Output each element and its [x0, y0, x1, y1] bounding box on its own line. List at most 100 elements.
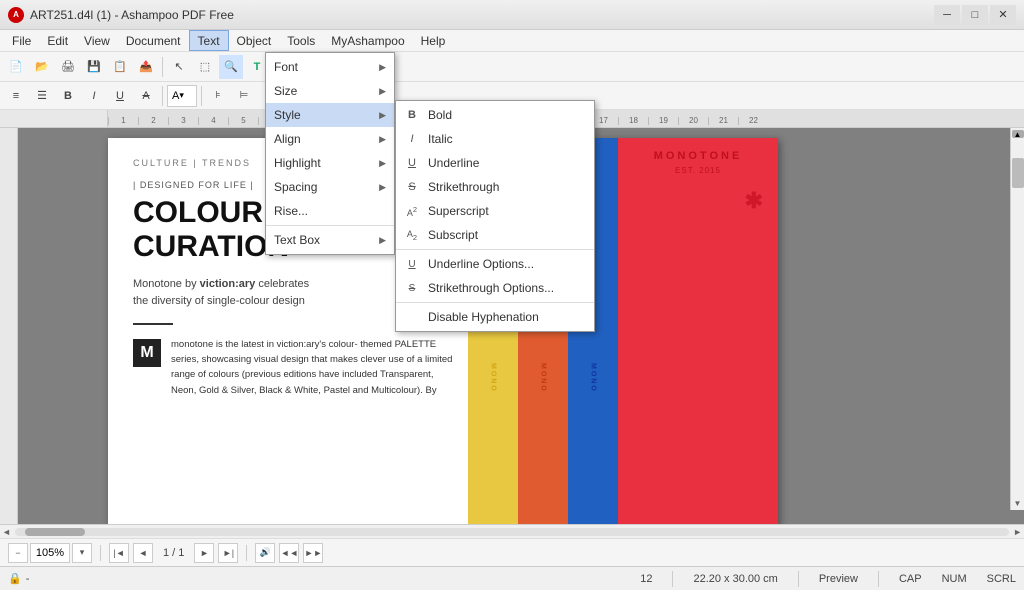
subscript-icon: A2: [404, 229, 420, 242]
app-icon: A: [8, 7, 24, 23]
menu-text-style[interactable]: Style ▶: [266, 103, 394, 127]
zoom-dropdown-btn[interactable]: ▾: [72, 543, 92, 563]
menu-text-spacing[interactable]: Spacing ▶: [266, 175, 394, 199]
sep3: [162, 86, 163, 106]
ruler-vertical: [0, 128, 18, 524]
menu-text-textbox[interactable]: Text Box ▶: [266, 228, 394, 252]
strike-btn[interactable]: A: [134, 84, 158, 108]
menu-bar: File Edit View Document Text Object Tool…: [0, 30, 1024, 52]
strikethrough-icon: S: [404, 181, 420, 193]
doc-asterisk: ✱: [745, 188, 763, 214]
sep1: [162, 57, 163, 77]
menu-myashampoo[interactable]: MyAshampoo: [323, 30, 412, 51]
bold-btn[interactable]: B: [56, 84, 80, 108]
para-left[interactable]: ⊧: [206, 84, 230, 108]
menu-object[interactable]: Object: [229, 30, 280, 51]
zoom-out-btn[interactable]: −: [8, 543, 28, 563]
color-strip-red: MONOTONE EST. 2015 ✱: [618, 138, 778, 524]
align-center-btn[interactable]: ☰: [30, 84, 54, 108]
style-underline-options[interactable]: U Underline Options...: [396, 252, 594, 276]
style-underline[interactable]: U Underline: [396, 151, 594, 175]
open-btn[interactable]: 📂: [30, 55, 54, 79]
menu-edit[interactable]: Edit: [39, 30, 76, 51]
style-strikethrough-options[interactable]: S Strikethrough Options...: [396, 276, 594, 300]
scroll-left-btn[interactable]: ◄: [2, 527, 11, 537]
window-controls: ─ □ ✕: [934, 5, 1016, 25]
scroll-thumb[interactable]: [25, 528, 85, 536]
underline-options-icon: U: [404, 259, 420, 270]
style-italic[interactable]: I Italic: [396, 127, 594, 151]
text-menu-dropdown: Font ▶ Size ▶ Style ▶ Align ▶ Highlight …: [265, 52, 395, 255]
last-page-btn[interactable]: ►|: [218, 543, 238, 563]
status-sep2: [798, 571, 799, 587]
underline-label: Underline: [428, 156, 479, 170]
next-page-btn[interactable]: ►: [194, 543, 214, 563]
subscript-label: Subscript: [428, 228, 478, 242]
scroll-right-btn[interactable]: ►: [1013, 527, 1022, 537]
save-btn[interactable]: 💾: [82, 55, 106, 79]
sep4: [201, 86, 202, 106]
prev-page-btn[interactable]: ◄: [133, 543, 153, 563]
style-disable-hyphenation[interactable]: Disable Hyphenation: [396, 305, 594, 329]
ruler-mark-21: 21: [708, 117, 738, 125]
style-superscript[interactable]: A2 Superscript: [396, 199, 594, 223]
style-bold[interactable]: B Bold: [396, 103, 594, 127]
font-size-dropdown[interactable]: A ▾: [167, 85, 197, 107]
menu-text-align[interactable]: Align ▶: [266, 127, 394, 151]
menu-view[interactable]: View: [76, 30, 118, 51]
menu-document[interactable]: Document: [118, 30, 189, 51]
cursor-btn[interactable]: ↖: [167, 55, 191, 79]
title-bar: A ART251.d4l (1) - Ashampoo PDF Free ─ □…: [0, 0, 1024, 30]
status-caps: CAP: [899, 573, 922, 585]
zoom-input[interactable]: [30, 543, 70, 563]
new-btn[interactable]: 📄: [4, 55, 28, 79]
print-btn[interactable]: 🖨: [56, 55, 80, 79]
style-subscript[interactable]: A2 Subscript: [396, 223, 594, 247]
status-bar: 🔒 - 12 22.20 x 30.00 cm Preview CAP NUM …: [0, 566, 1024, 590]
status-mode: Preview: [819, 573, 858, 585]
para-center[interactable]: ⊨: [232, 84, 256, 108]
strikethrough-options-icon: S: [404, 283, 420, 294]
menu-help[interactable]: Help: [413, 30, 454, 51]
scroll-track[interactable]: [15, 528, 1009, 536]
menu-text-font[interactable]: Font ▶: [266, 55, 394, 79]
ruler-corner: [0, 110, 108, 127]
menu-text-size[interactable]: Size ▶: [266, 79, 394, 103]
style-strikethrough[interactable]: S Strikethrough: [396, 175, 594, 199]
close-button[interactable]: ✕: [990, 5, 1016, 25]
underline-icon: U: [404, 157, 420, 169]
strikethrough-label: Strikethrough: [428, 180, 499, 194]
highlight-arrow: ▶: [379, 158, 386, 169]
status-page: 12: [640, 573, 652, 585]
scrollbar-vertical[interactable]: ▲ ▼: [1010, 128, 1024, 510]
ruler-mark-20: 20: [678, 117, 708, 125]
toolbar-1: 📄 📂 🖨 💾 📋 📤 ↖ ⬚ 🔍 T T ✋ ✏ ▾: [0, 52, 1024, 82]
next-nav-btn[interactable]: ►►: [303, 543, 323, 563]
underline-btn[interactable]: U: [108, 84, 132, 108]
textbox-arrow: ▶: [379, 235, 386, 246]
maximize-button[interactable]: □: [962, 5, 988, 25]
save2-btn[interactable]: 📋: [108, 55, 132, 79]
page-info: 1 / 1: [163, 547, 184, 559]
select-btn[interactable]: ⬚: [193, 55, 217, 79]
first-page-btn[interactable]: |◄: [109, 543, 129, 563]
ruler-mark-5: 5: [228, 117, 258, 125]
audio-btn[interactable]: 🔊: [255, 543, 275, 563]
export-btn[interactable]: 📤: [134, 55, 158, 79]
scrollbar-horizontal[interactable]: ◄ ►: [0, 524, 1024, 538]
size-arrow: ▶: [379, 86, 386, 97]
zoom-btn[interactable]: 🔍: [219, 55, 243, 79]
italic-icon: I: [404, 133, 420, 145]
italic-btn[interactable]: I: [82, 84, 106, 108]
menu-tools[interactable]: Tools: [279, 30, 323, 51]
zoom-control: − ▾: [8, 543, 92, 563]
doc-monotone-label: MONOTONE: [618, 150, 778, 162]
menu-text-rise[interactable]: Rise...: [266, 199, 394, 223]
menu-file[interactable]: File: [4, 30, 39, 51]
minimize-button[interactable]: ─: [934, 5, 960, 25]
menu-text-highlight[interactable]: Highlight ▶: [266, 151, 394, 175]
prev-nav-btn[interactable]: ◄◄: [279, 543, 299, 563]
align-left-btn[interactable]: ≡: [4, 84, 28, 108]
menu-text[interactable]: Text: [189, 30, 229, 51]
doc-body-section: M monotone is the latest in viction:ary'…: [133, 337, 453, 398]
